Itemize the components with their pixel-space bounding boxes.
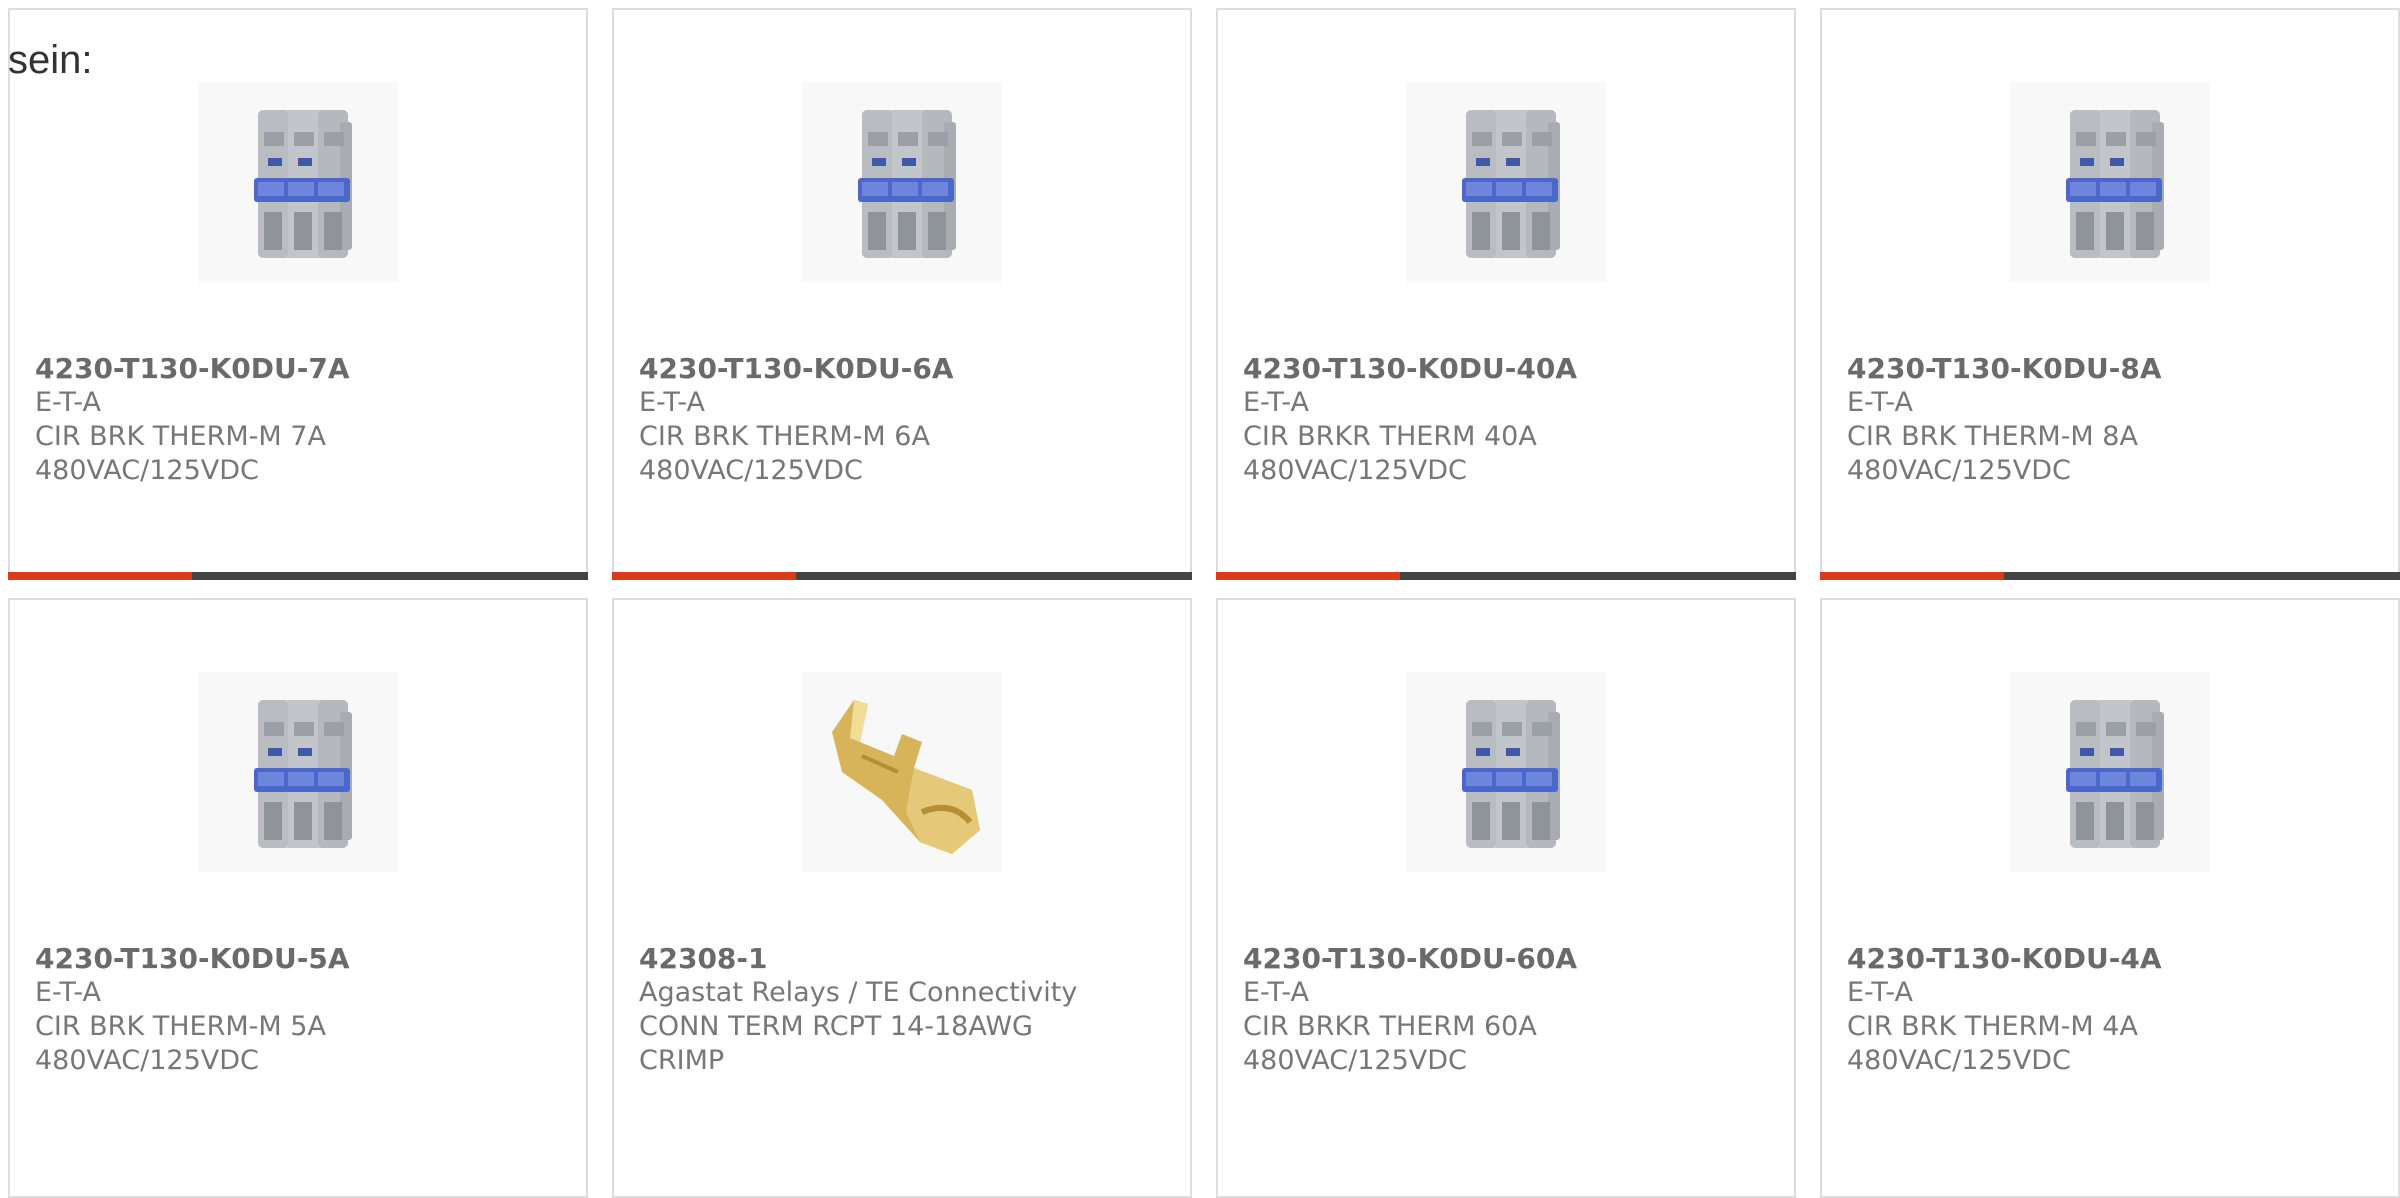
product-brand: E-T-A: [639, 387, 705, 418]
product-card[interactable]: 4230-T130-K0DU-8A E-T-A CIR BRK THERM-M …: [1820, 8, 2400, 580]
product-description: CIR BRK THERM-M 5A: [35, 1011, 326, 1042]
product-card[interactable]: 4230-T130-K0DU-6A E-T-A CIR BRK THERM-M …: [612, 8, 1192, 580]
section-heading: sein:: [8, 38, 93, 82]
product-part-number[interactable]: 4230-T130-K0DU-4A: [1847, 942, 2382, 976]
card-footer-bar: [1820, 572, 2400, 580]
card-footer-bar: [8, 572, 588, 580]
circuit-breaker-image: [198, 82, 398, 282]
card-footer-bar: [1216, 572, 1796, 580]
product-description: CIR BRK THERM-M 6A: [639, 421, 930, 452]
product-description: CIR BRKR THERM 40A: [1243, 421, 1537, 452]
product-part-number[interactable]: 42308-1: [639, 942, 1174, 976]
product-rating: 480VAC/125VDC: [35, 455, 259, 486]
product-card[interactable]: 4230-T130-K0DU-7A E-T-A CIR BRK THERM-M …: [8, 8, 588, 580]
product-rating: 480VAC/125VDC: [1243, 455, 1467, 486]
product-brand: E-T-A: [1243, 977, 1309, 1008]
product-card[interactable]: 4230-T130-K0DU-60A E-T-A CIR BRKR THERM …: [1216, 598, 1796, 1198]
product-card[interactable]: 4230-T130-K0DU-40A E-T-A CIR BRKR THERM …: [1216, 8, 1796, 580]
product-part-number[interactable]: 4230-T130-K0DU-7A: [35, 352, 570, 386]
product-grid: 4230-T130-K0DU-7A E-T-A CIR BRK THERM-M …: [0, 0, 2400, 1198]
circuit-breaker-image: [802, 82, 1002, 282]
product-description: CONN TERM RCPT 14-18AWG: [639, 1011, 1033, 1042]
crimp-terminal-image: [802, 672, 1002, 872]
product-brand: E-T-A: [35, 387, 101, 418]
product-rating: 480VAC/125VDC: [1243, 1045, 1467, 1076]
circuit-breaker-image: [1406, 82, 1606, 282]
product-part-number[interactable]: 4230-T130-K0DU-40A: [1243, 352, 1778, 386]
card-footer-bar: [612, 572, 1192, 580]
product-part-number[interactable]: 4230-T130-K0DU-8A: [1847, 352, 2382, 386]
product-part-number[interactable]: 4230-T130-K0DU-5A: [35, 942, 570, 976]
product-rating: 480VAC/125VDC: [1847, 455, 2071, 486]
circuit-breaker-image: [2010, 82, 2210, 282]
product-card[interactable]: 4230-T130-K0DU-4A E-T-A CIR BRK THERM-M …: [1820, 598, 2400, 1198]
product-description: CIR BRK THERM-M 4A: [1847, 1011, 2138, 1042]
circuit-breaker-image: [198, 672, 398, 872]
product-rating: CRIMP: [639, 1045, 725, 1076]
product-brand: E-T-A: [35, 977, 101, 1008]
product-brand: E-T-A: [1847, 387, 1913, 418]
product-description: CIR BRK THERM-M 8A: [1847, 421, 2138, 452]
product-brand: E-T-A: [1847, 977, 1913, 1008]
product-rating: 480VAC/125VDC: [639, 455, 863, 486]
product-description: CIR BRKR THERM 60A: [1243, 1011, 1537, 1042]
product-rating: 480VAC/125VDC: [1847, 1045, 2071, 1076]
product-brand: E-T-A: [1243, 387, 1309, 418]
product-part-number[interactable]: 4230-T130-K0DU-6A: [639, 352, 1174, 386]
product-description: CIR BRK THERM-M 7A: [35, 421, 326, 452]
product-card[interactable]: 4230-T130-K0DU-5A E-T-A CIR BRK THERM-M …: [8, 598, 588, 1198]
circuit-breaker-image: [2010, 672, 2210, 872]
circuit-breaker-image: [1406, 672, 1606, 872]
product-rating: 480VAC/125VDC: [35, 1045, 259, 1076]
product-part-number[interactable]: 4230-T130-K0DU-60A: [1243, 942, 1778, 976]
product-brand: Agastat Relays / TE Connectivity: [639, 977, 1078, 1008]
product-card[interactable]: 42308-1 Agastat Relays / TE Connectivity…: [612, 598, 1192, 1198]
